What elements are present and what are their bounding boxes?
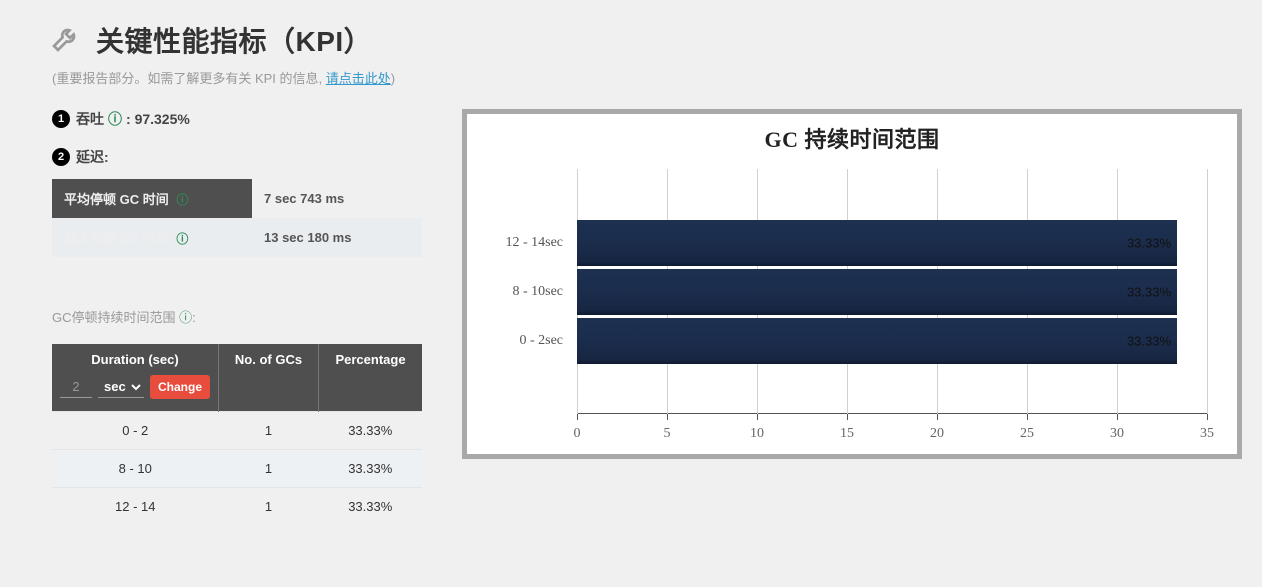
chart-x-tick: 20 — [930, 426, 944, 442]
chart-y-label: 12 - 14sec — [505, 235, 577, 251]
cell-pct: 33.33% — [319, 412, 422, 450]
max-pause-value: 13 sec 180 ms — [252, 218, 422, 257]
pause-range-section-label: GC停顿持续时间范围 ⓘ: — [52, 307, 432, 326]
chart-bar: 33.33% — [577, 220, 1177, 266]
cell-count: 1 — [219, 450, 319, 488]
chart-x-tick: 10 — [750, 426, 764, 442]
subtitle-suffix: ) — [391, 71, 395, 86]
table-row: 0 - 2133.33% — [52, 412, 422, 450]
table-row: 8 - 10133.33% — [52, 450, 422, 488]
cell-pct: 33.33% — [319, 450, 422, 488]
chart-bar-value: 33.33% — [1127, 235, 1171, 250]
pause-range-help-icon[interactable]: ⓘ — [179, 310, 192, 325]
cell-range: 8 - 10 — [52, 450, 219, 488]
avg-pause-help-icon[interactable]: ⓘ — [176, 193, 188, 207]
cell-count: 1 — [219, 488, 319, 526]
avg-pause-value: 7 sec 743 ms — [252, 179, 422, 218]
gc-duration-chart: GC 持续时间范围 0 5 10 15 20 25 30 35 12 - 14sec 33.33%… — [462, 109, 1242, 459]
page-title: 关键性能指标（KPI） — [96, 20, 372, 60]
latency-badge: 2 — [52, 148, 70, 166]
chart-bar-value: 33.33% — [1127, 284, 1171, 299]
max-pause-help-icon[interactable]: ⓘ — [176, 232, 188, 246]
page-subtitle: (重要报告部分。如需了解更多有关 KPI 的信息, 请点击此处) — [52, 68, 1252, 87]
chart-x-tick: 0 — [574, 426, 581, 442]
latency-label: 延迟: — [76, 147, 109, 167]
chart-bar: 33.33% — [577, 318, 1177, 364]
latency-line: 2 延迟: — [52, 147, 432, 167]
page-title-row: 关键性能指标（KPI） — [50, 20, 1252, 60]
cell-pct: 33.33% — [319, 488, 422, 526]
chart-x-tick: 25 — [1020, 426, 1034, 442]
chart-x-tick: 30 — [1110, 426, 1124, 442]
kpi-info-link[interactable]: 请点击此处 — [326, 71, 391, 86]
pause-range-table: Duration (sec) sec Change No. of GCs Per… — [52, 344, 422, 525]
chart-bar: 33.33% — [577, 269, 1177, 315]
throughput-value: 97.325% — [135, 111, 190, 127]
chart-y-label: 0 - 2sec — [519, 333, 577, 349]
table-row: 12 - 14133.33% — [52, 488, 422, 526]
duration-input[interactable] — [60, 376, 92, 398]
change-button[interactable]: Change — [150, 375, 210, 399]
throughput-badge: 1 — [52, 110, 70, 128]
subtitle-prefix: (重要报告部分。如需了解更多有关 KPI 的信息, — [52, 71, 326, 86]
col-duration: Duration (sec) sec Change — [52, 344, 219, 412]
chart-bar-value: 33.33% — [1127, 333, 1171, 348]
latency-metrics-table: 平均停顿 GC 时间 ⓘ 7 sec 743 ms 最大停顿 GC 时间 ⓘ 1… — [52, 179, 422, 257]
max-pause-label: 最大停顿 GC 时间 ⓘ — [52, 218, 252, 257]
chart-x-tick: 35 — [1200, 426, 1214, 442]
throughput-label: 吞吐 — [76, 109, 104, 129]
avg-pause-label: 平均停顿 GC 时间 ⓘ — [52, 179, 252, 218]
throughput-line: 1 吞吐 ⓘ : 97.325% — [52, 109, 432, 129]
chart-title: GC 持续时间范围 — [467, 122, 1237, 154]
chart-x-tick: 5 — [664, 426, 671, 442]
chart-y-label: 8 - 10sec — [512, 284, 577, 300]
col-count: No. of GCs — [219, 344, 319, 412]
cell-range: 12 - 14 — [52, 488, 219, 526]
cell-range: 0 - 2 — [52, 412, 219, 450]
col-percentage: Percentage — [319, 344, 422, 412]
chart-x-tick: 15 — [840, 426, 854, 442]
throughput-help-icon[interactable]: ⓘ — [108, 109, 122, 129]
wrench-icon — [50, 22, 82, 59]
cell-count: 1 — [219, 412, 319, 450]
duration-unit-select[interactable]: sec — [98, 376, 144, 398]
